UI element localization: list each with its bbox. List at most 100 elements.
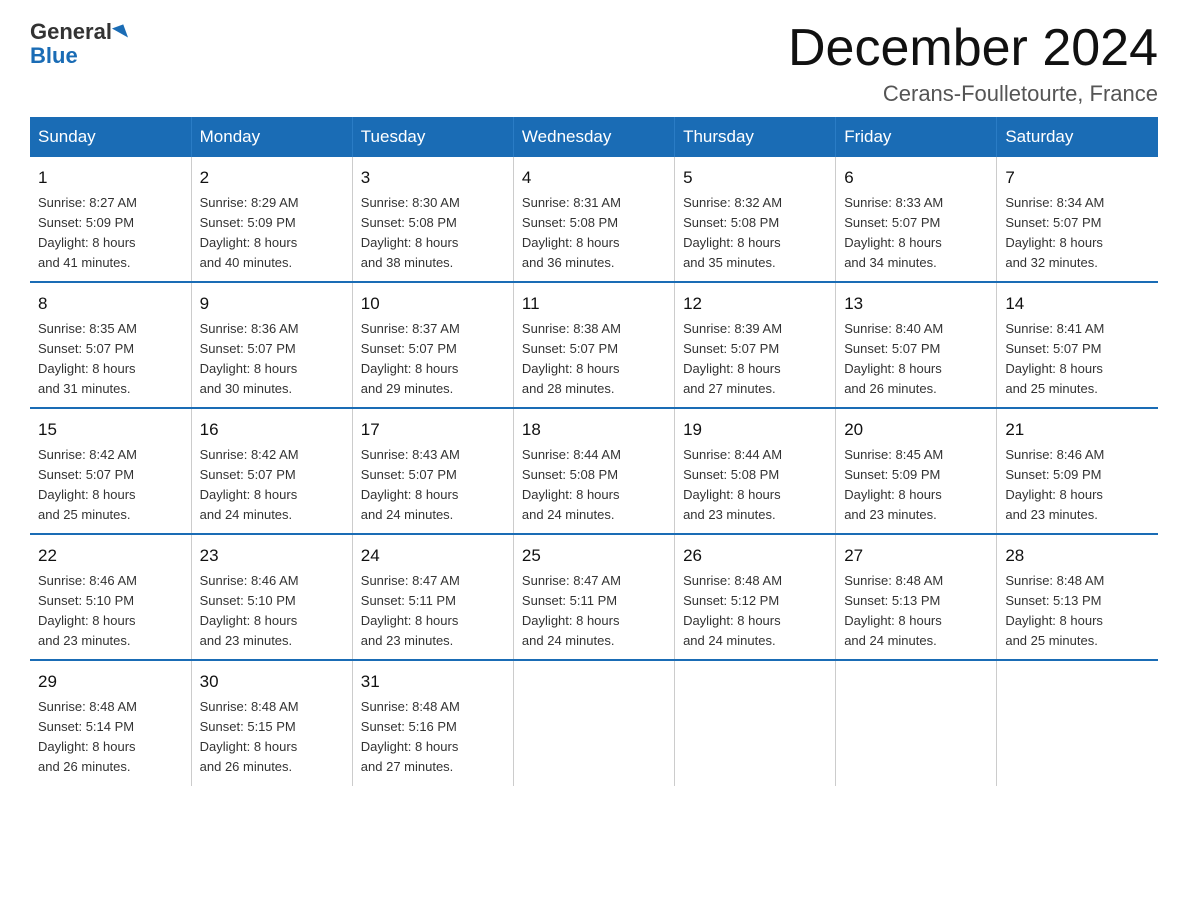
day-number: 24 [361, 543, 505, 569]
calendar-cell: 27Sunrise: 8:48 AM Sunset: 5:13 PM Dayli… [836, 534, 997, 660]
day-number: 11 [522, 291, 666, 317]
day-number: 29 [38, 669, 183, 695]
day-number: 30 [200, 669, 344, 695]
day-number: 21 [1005, 417, 1150, 443]
day-number: 10 [361, 291, 505, 317]
calendar-cell: 13Sunrise: 8:40 AM Sunset: 5:07 PM Dayli… [836, 282, 997, 408]
calendar-cell: 12Sunrise: 8:39 AM Sunset: 5:07 PM Dayli… [675, 282, 836, 408]
page-header: General Blue December 2024 Cerans-Foulle… [30, 20, 1158, 107]
day-info: Sunrise: 8:46 AM Sunset: 5:09 PM Dayligh… [1005, 445, 1150, 526]
calendar-cell: 30Sunrise: 8:48 AM Sunset: 5:15 PM Dayli… [191, 660, 352, 785]
day-info: Sunrise: 8:35 AM Sunset: 5:07 PM Dayligh… [38, 319, 183, 400]
calendar-cell: 3Sunrise: 8:30 AM Sunset: 5:08 PM Daylig… [352, 157, 513, 282]
day-info: Sunrise: 8:48 AM Sunset: 5:16 PM Dayligh… [361, 697, 505, 778]
day-number: 15 [38, 417, 183, 443]
day-info: Sunrise: 8:48 AM Sunset: 5:15 PM Dayligh… [200, 697, 344, 778]
day-number: 3 [361, 165, 505, 191]
calendar-table: SundayMondayTuesdayWednesdayThursdayFrid… [30, 117, 1158, 785]
day-number: 27 [844, 543, 988, 569]
day-number: 1 [38, 165, 183, 191]
day-info: Sunrise: 8:39 AM Sunset: 5:07 PM Dayligh… [683, 319, 827, 400]
logo-triangle-icon [112, 25, 128, 42]
day-info: Sunrise: 8:48 AM Sunset: 5:14 PM Dayligh… [38, 697, 183, 778]
calendar-cell: 20Sunrise: 8:45 AM Sunset: 5:09 PM Dayli… [836, 408, 997, 534]
calendar-cell: 22Sunrise: 8:46 AM Sunset: 5:10 PM Dayli… [30, 534, 191, 660]
day-number: 31 [361, 669, 505, 695]
day-number: 19 [683, 417, 827, 443]
day-info: Sunrise: 8:41 AM Sunset: 5:07 PM Dayligh… [1005, 319, 1150, 400]
calendar-cell [513, 660, 674, 785]
calendar-cell: 29Sunrise: 8:48 AM Sunset: 5:14 PM Dayli… [30, 660, 191, 785]
logo-general-text: General [30, 19, 112, 44]
calendar-cell: 24Sunrise: 8:47 AM Sunset: 5:11 PM Dayli… [352, 534, 513, 660]
day-number: 20 [844, 417, 988, 443]
logo: General Blue [30, 20, 126, 68]
day-info: Sunrise: 8:31 AM Sunset: 5:08 PM Dayligh… [522, 193, 666, 274]
header-day-thursday: Thursday [675, 117, 836, 157]
day-number: 14 [1005, 291, 1150, 317]
calendar-cell: 2Sunrise: 8:29 AM Sunset: 5:09 PM Daylig… [191, 157, 352, 282]
week-row-2: 8Sunrise: 8:35 AM Sunset: 5:07 PM Daylig… [30, 282, 1158, 408]
header-day-monday: Monday [191, 117, 352, 157]
day-number: 2 [200, 165, 344, 191]
calendar-cell: 5Sunrise: 8:32 AM Sunset: 5:08 PM Daylig… [675, 157, 836, 282]
location-label: Cerans-Foulletourte, France [788, 81, 1158, 107]
day-number: 9 [200, 291, 344, 317]
week-row-5: 29Sunrise: 8:48 AM Sunset: 5:14 PM Dayli… [30, 660, 1158, 785]
calendar-cell: 1Sunrise: 8:27 AM Sunset: 5:09 PM Daylig… [30, 157, 191, 282]
day-info: Sunrise: 8:48 AM Sunset: 5:13 PM Dayligh… [1005, 571, 1150, 652]
title-block: December 2024 Cerans-Foulletourte, Franc… [788, 20, 1158, 107]
month-title: December 2024 [788, 20, 1158, 77]
calendar-cell: 23Sunrise: 8:46 AM Sunset: 5:10 PM Dayli… [191, 534, 352, 660]
calendar-cell: 11Sunrise: 8:38 AM Sunset: 5:07 PM Dayli… [513, 282, 674, 408]
calendar-header: SundayMondayTuesdayWednesdayThursdayFrid… [30, 117, 1158, 157]
header-day-wednesday: Wednesday [513, 117, 674, 157]
header-day-tuesday: Tuesday [352, 117, 513, 157]
calendar-cell: 18Sunrise: 8:44 AM Sunset: 5:08 PM Dayli… [513, 408, 674, 534]
day-info: Sunrise: 8:42 AM Sunset: 5:07 PM Dayligh… [38, 445, 183, 526]
calendar-cell [675, 660, 836, 785]
day-info: Sunrise: 8:46 AM Sunset: 5:10 PM Dayligh… [38, 571, 183, 652]
calendar-cell [997, 660, 1158, 785]
calendar-cell: 17Sunrise: 8:43 AM Sunset: 5:07 PM Dayli… [352, 408, 513, 534]
calendar-cell: 28Sunrise: 8:48 AM Sunset: 5:13 PM Dayli… [997, 534, 1158, 660]
header-day-friday: Friday [836, 117, 997, 157]
calendar-cell: 15Sunrise: 8:42 AM Sunset: 5:07 PM Dayli… [30, 408, 191, 534]
day-number: 5 [683, 165, 827, 191]
day-info: Sunrise: 8:32 AM Sunset: 5:08 PM Dayligh… [683, 193, 827, 274]
day-number: 28 [1005, 543, 1150, 569]
calendar-cell: 8Sunrise: 8:35 AM Sunset: 5:07 PM Daylig… [30, 282, 191, 408]
day-info: Sunrise: 8:44 AM Sunset: 5:08 PM Dayligh… [522, 445, 666, 526]
calendar-cell: 4Sunrise: 8:31 AM Sunset: 5:08 PM Daylig… [513, 157, 674, 282]
calendar-cell: 19Sunrise: 8:44 AM Sunset: 5:08 PM Dayli… [675, 408, 836, 534]
day-number: 22 [38, 543, 183, 569]
calendar-cell: 7Sunrise: 8:34 AM Sunset: 5:07 PM Daylig… [997, 157, 1158, 282]
day-info: Sunrise: 8:48 AM Sunset: 5:13 PM Dayligh… [844, 571, 988, 652]
day-info: Sunrise: 8:33 AM Sunset: 5:07 PM Dayligh… [844, 193, 988, 274]
day-number: 25 [522, 543, 666, 569]
day-info: Sunrise: 8:29 AM Sunset: 5:09 PM Dayligh… [200, 193, 344, 274]
day-info: Sunrise: 8:47 AM Sunset: 5:11 PM Dayligh… [361, 571, 505, 652]
calendar-cell: 31Sunrise: 8:48 AM Sunset: 5:16 PM Dayli… [352, 660, 513, 785]
day-info: Sunrise: 8:27 AM Sunset: 5:09 PM Dayligh… [38, 193, 183, 274]
day-info: Sunrise: 8:36 AM Sunset: 5:07 PM Dayligh… [200, 319, 344, 400]
day-number: 12 [683, 291, 827, 317]
calendar-cell: 6Sunrise: 8:33 AM Sunset: 5:07 PM Daylig… [836, 157, 997, 282]
day-info: Sunrise: 8:46 AM Sunset: 5:10 PM Dayligh… [200, 571, 344, 652]
day-info: Sunrise: 8:42 AM Sunset: 5:07 PM Dayligh… [200, 445, 344, 526]
calendar-cell: 14Sunrise: 8:41 AM Sunset: 5:07 PM Dayli… [997, 282, 1158, 408]
calendar-cell: 21Sunrise: 8:46 AM Sunset: 5:09 PM Dayli… [997, 408, 1158, 534]
calendar-cell: 10Sunrise: 8:37 AM Sunset: 5:07 PM Dayli… [352, 282, 513, 408]
day-info: Sunrise: 8:30 AM Sunset: 5:08 PM Dayligh… [361, 193, 505, 274]
header-day-saturday: Saturday [997, 117, 1158, 157]
day-number: 23 [200, 543, 344, 569]
day-number: 18 [522, 417, 666, 443]
calendar-cell: 25Sunrise: 8:47 AM Sunset: 5:11 PM Dayli… [513, 534, 674, 660]
header-row: SundayMondayTuesdayWednesdayThursdayFrid… [30, 117, 1158, 157]
calendar-cell [836, 660, 997, 785]
day-number: 16 [200, 417, 344, 443]
calendar-cell: 26Sunrise: 8:48 AM Sunset: 5:12 PM Dayli… [675, 534, 836, 660]
day-number: 6 [844, 165, 988, 191]
day-number: 4 [522, 165, 666, 191]
day-info: Sunrise: 8:37 AM Sunset: 5:07 PM Dayligh… [361, 319, 505, 400]
